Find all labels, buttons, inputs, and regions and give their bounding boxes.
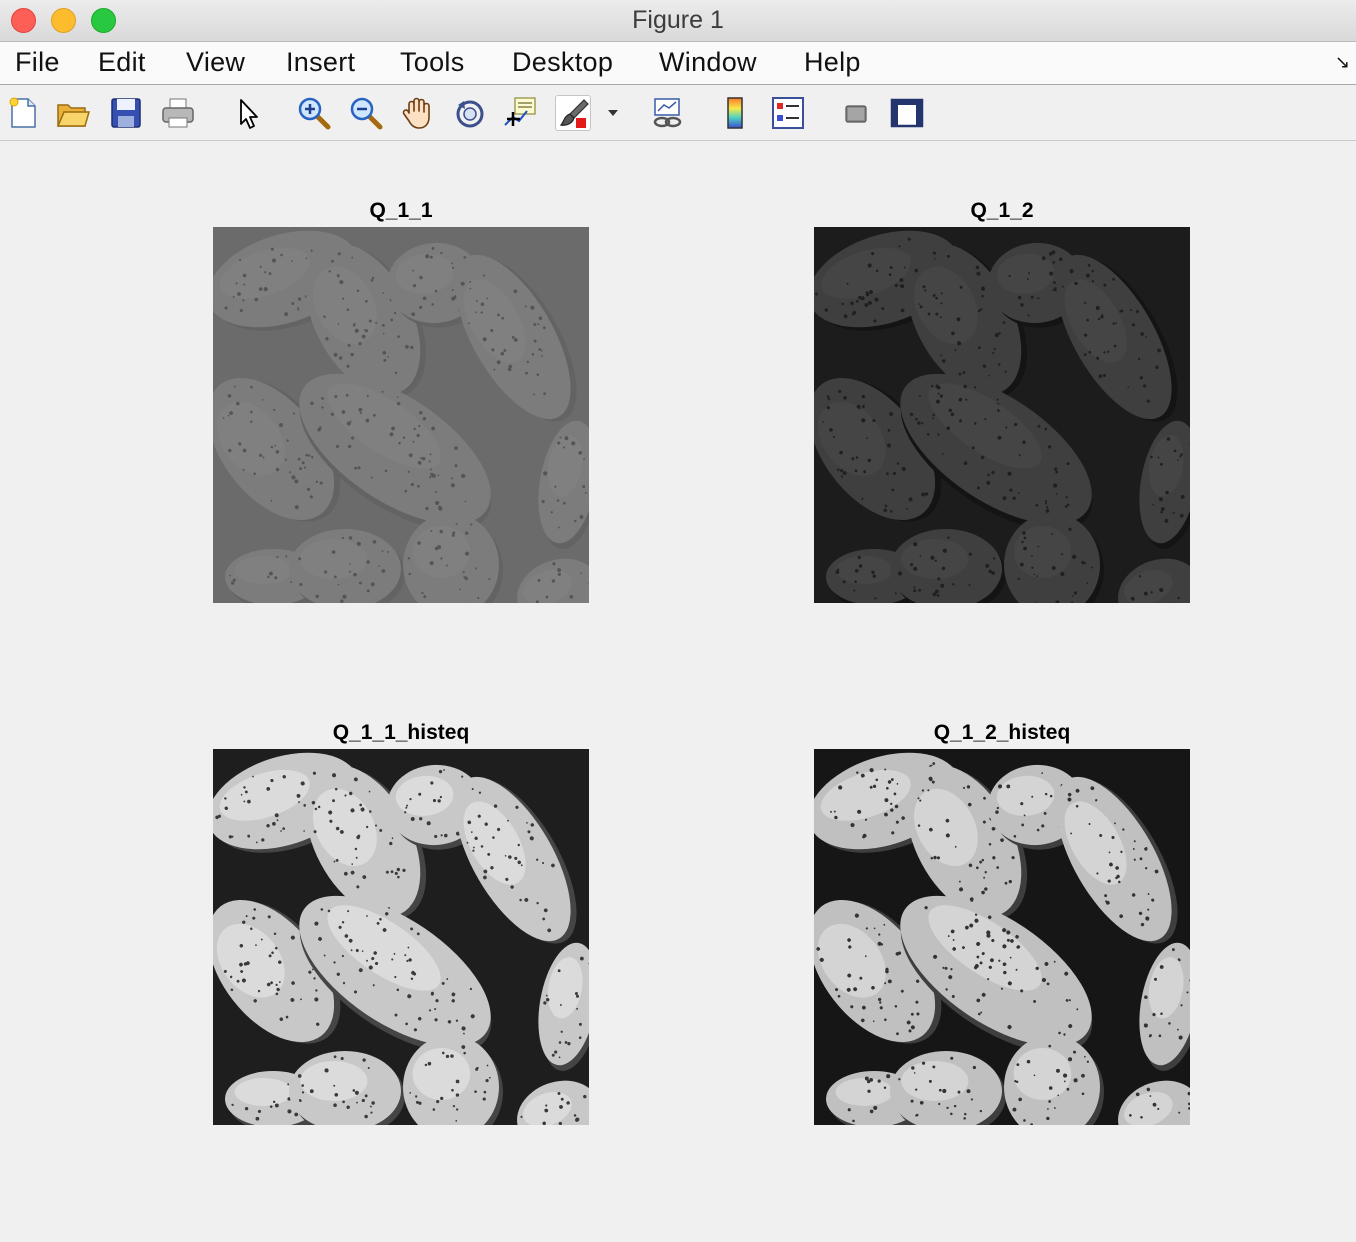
open-file-icon[interactable] [55,95,91,131]
edit-plot-arrow-icon[interactable] [231,95,267,131]
image-q-1-1[interactable] [213,227,589,603]
menu-window[interactable]: Window [659,47,757,78]
rotate-3d-icon[interactable] [452,95,488,131]
pollen-image-svg [213,749,589,1125]
dock-figure-icon[interactable]: ↘ [1335,52,1350,73]
image-q-1-2-histeq[interactable] [814,749,1190,1125]
new-figure-icon[interactable] [5,95,41,131]
brush-icon[interactable] [555,95,591,131]
menu-view[interactable]: View [186,47,245,78]
save-icon[interactable] [108,95,144,131]
menu-desktop[interactable]: Desktop [512,47,613,78]
axes-title-q-1-2-histeq: Q_1_2_histeq [933,721,1071,744]
figure-toolbar [0,85,1356,141]
image-q-1-2[interactable] [814,227,1190,603]
axes-title-q-1-2: Q_1_2 [970,199,1034,222]
menu-bar: File Edit View Insert Tools Desktop Wind… [0,42,1356,85]
menu-edit[interactable]: Edit [98,47,146,78]
menu-insert[interactable]: Insert [286,47,355,78]
menu-file[interactable]: File [15,47,60,78]
pollen-image-svg [814,227,1190,603]
hide-plot-tools-icon[interactable] [838,95,874,131]
link-plot-icon[interactable] [650,95,686,131]
show-plot-tools-icon[interactable] [889,95,925,131]
menu-tools[interactable]: Tools [400,47,465,78]
data-cursor-icon[interactable] [503,95,539,131]
zoom-out-icon[interactable] [348,95,384,131]
pollen-image-svg [213,227,589,603]
legend-icon[interactable] [770,95,806,131]
pollen-image-svg [814,749,1190,1125]
colorbar-icon[interactable] [718,95,754,131]
axes-title-q-1-1: Q_1_1 [369,199,433,222]
window-title: Figure 1 [632,6,724,34]
axes-title-q-1-1-histeq: Q_1_1_histeq [332,721,470,744]
menu-help[interactable]: Help [804,47,861,78]
print-icon[interactable] [160,95,196,131]
pan-hand-icon[interactable] [400,95,436,131]
window-title-bar: Figure 1 [0,0,1356,42]
brush-dropdown-icon[interactable] [608,110,618,116]
image-q-1-1-histeq[interactable] [213,749,589,1125]
zoom-in-icon[interactable] [296,95,332,131]
